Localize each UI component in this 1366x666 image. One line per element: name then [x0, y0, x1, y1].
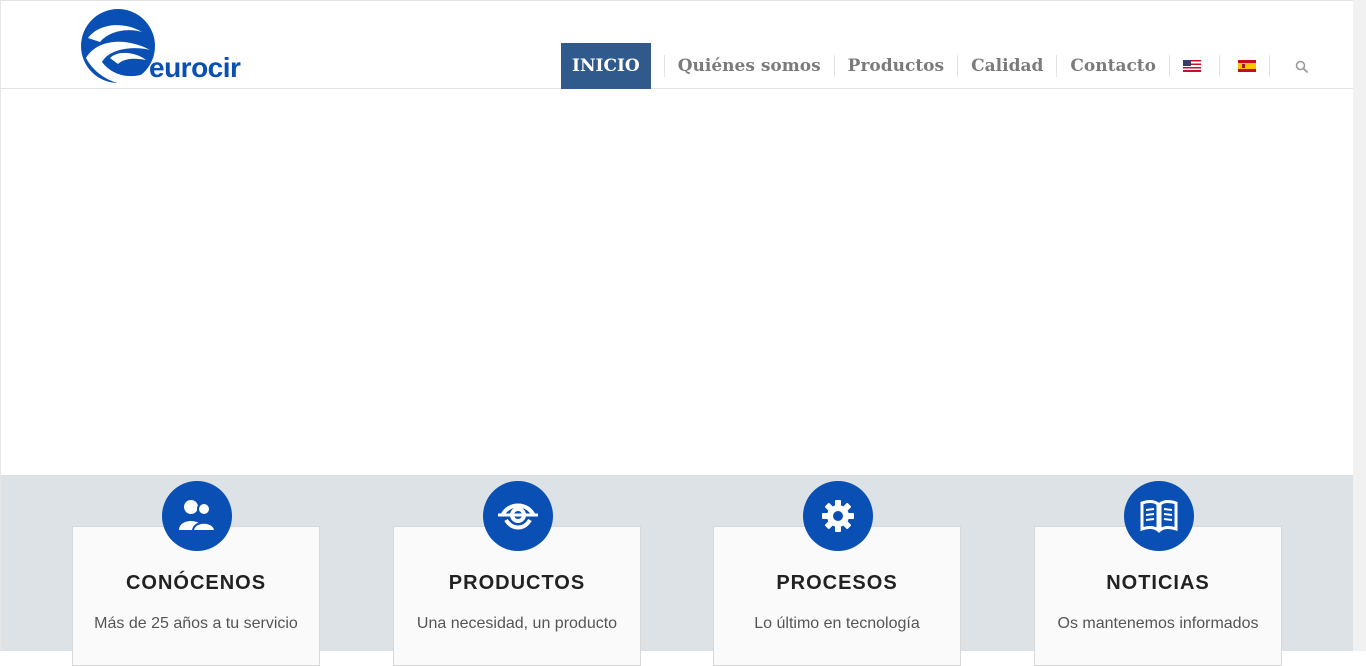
nav-item-productos[interactable]: Productos [848, 43, 944, 89]
nav-item-calidad[interactable]: Calidad [971, 43, 1043, 89]
feature-subtitle: Os mantenemos informados [1057, 615, 1259, 632]
es-flag-icon [1238, 60, 1256, 72]
nav-item-contacto[interactable]: Contacto [1070, 43, 1156, 89]
search-button[interactable] [1283, 43, 1309, 89]
page: eurocir INICIO Quiénes somos Productos C… [0, 0, 1354, 666]
nav-item-inicio[interactable]: INICIO [561, 43, 651, 89]
feature-title: PRODUCTOS [448, 572, 586, 594]
feature-title: CONÓCENOS [125, 572, 267, 594]
logo-text: eurocir [149, 52, 241, 83]
nav-divider [833, 55, 835, 77]
nav-divider [1169, 55, 1170, 77]
page-scrollbar[interactable] [1353, 0, 1366, 651]
feature-subtitle: Más de 25 años a tu servicio [94, 615, 298, 632]
gear-icon[interactable] [803, 481, 873, 551]
nav-divider [1056, 55, 1058, 77]
nav-divider [663, 55, 665, 77]
language-english[interactable] [1183, 43, 1201, 89]
site-logo[interactable]: eurocir [80, 8, 255, 86]
features-section: CONÓCENOS Más de 25 años a tu servicio P… [1, 475, 1354, 666]
feature-title: PROCESOS [776, 572, 898, 594]
nav-divider [1219, 55, 1220, 77]
language-spanish[interactable] [1238, 43, 1256, 89]
book-icon[interactable] [1124, 481, 1194, 551]
site-header: eurocir INICIO Quiénes somos Productos C… [1, 0, 1354, 89]
feature-title: NOTICIAS [1106, 572, 1210, 594]
main-nav: INICIO Quiénes somos Productos Calidad C… [561, 43, 1309, 89]
nav-divider [957, 55, 959, 77]
nav-divider [1269, 55, 1270, 77]
feature-subtitle: Una necesidad, un producto [416, 615, 618, 632]
hero-slider-area [1, 89, 1354, 475]
search-icon [1295, 59, 1309, 74]
users-icon[interactable] [162, 481, 232, 551]
eye-icon[interactable] [483, 481, 553, 551]
us-flag-icon [1183, 60, 1201, 72]
feature-subtitle: Lo último en tecnología [754, 615, 920, 632]
nav-item-quienes-somos[interactable]: Quiénes somos [678, 43, 821, 89]
